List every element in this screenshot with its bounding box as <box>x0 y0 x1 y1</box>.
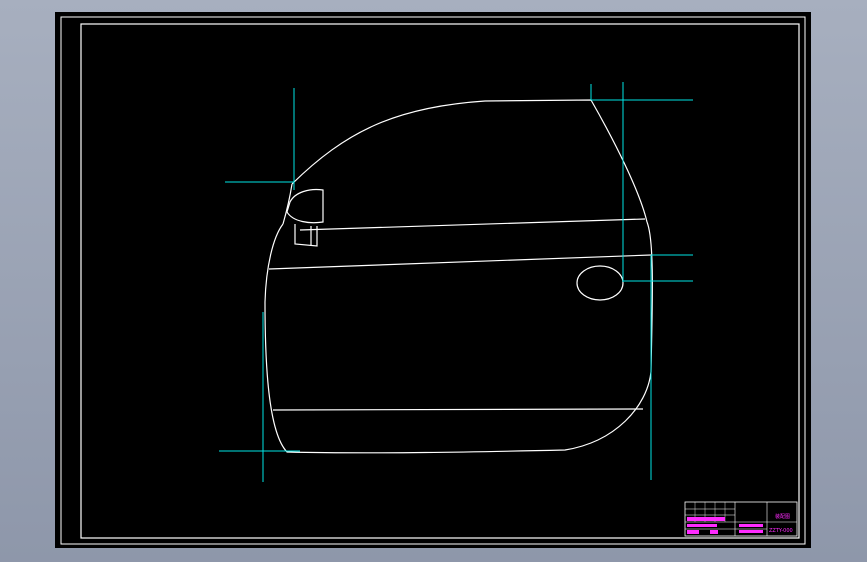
mirror-stem <box>294 224 318 247</box>
title-block-fill-4 <box>710 530 718 534</box>
side-mirror <box>286 188 324 224</box>
door-outline <box>264 99 653 454</box>
title-block-fill-5 <box>739 524 763 527</box>
title-block: 装配图 ZZTY-000 <box>684 501 798 537</box>
door-window-frame <box>291 99 648 223</box>
beltline <box>299 218 646 231</box>
lower-panel-line <box>272 408 644 411</box>
title-block-fill-1 <box>687 517 725 521</box>
door-upper-panel-line <box>282 183 293 225</box>
title-block-fill-2 <box>687 524 717 527</box>
dimension-lines <box>219 82 693 482</box>
cad-viewport[interactable]: 装配图 ZZTY-000 <box>55 12 811 548</box>
title-block-fill-6 <box>739 530 763 533</box>
drawing-canvas: 装配图 ZZTY-000 <box>60 16 806 545</box>
door-handle <box>576 265 624 301</box>
title-block-fill-3 <box>687 530 699 534</box>
outer-frame <box>60 16 806 545</box>
title-block-label-top: 装配图 <box>775 513 790 520</box>
title-block-label-bottom: ZZTY-000 <box>769 528 793 534</box>
